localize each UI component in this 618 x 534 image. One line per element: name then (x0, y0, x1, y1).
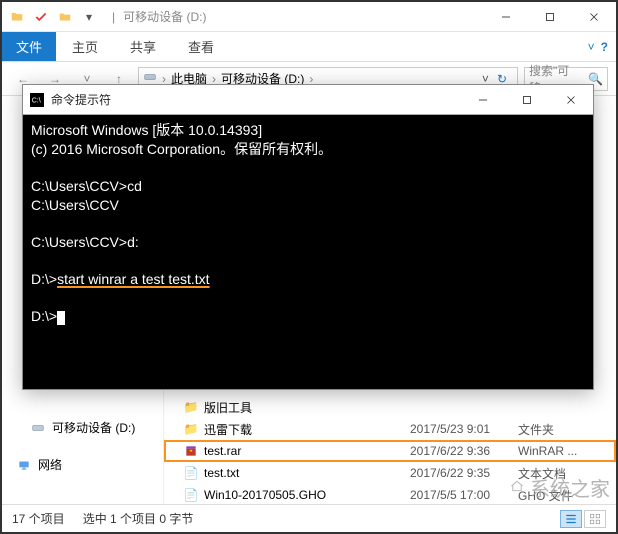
network-icon (16, 457, 32, 473)
cmd-line: Microsoft Windows [版本 10.0.14393] (31, 122, 262, 138)
file-row[interactable]: test.rar 2017/6/22 9:36 WinRAR ... (164, 440, 616, 462)
watermark-icon (510, 476, 524, 499)
cmd-icon: C:\ (23, 93, 51, 107)
drive-icon (30, 420, 46, 436)
ribbon: 文件 主页 共享 查看 ˅ ? (2, 32, 616, 62)
cmd-line: C:\Users\CCV (31, 197, 119, 213)
cmd-maximize-button[interactable] (505, 85, 549, 115)
file-date: 2017/6/22 9:36 (410, 444, 518, 458)
ribbon-tab-share[interactable]: 共享 (114, 32, 172, 61)
view-details-button[interactable] (560, 510, 582, 528)
view-icons-button[interactable] (584, 510, 606, 528)
watermark-text: 系统之家 (530, 473, 610, 502)
cmd-line: C:\Users\CCV>d: (31, 234, 139, 250)
minimize-button[interactable] (484, 2, 528, 32)
status-item-count: 17 个项目 (12, 510, 65, 527)
file-date: 2017/6/22 9:35 (410, 466, 518, 480)
file-type: WinRAR ... (518, 444, 616, 458)
file-type: 文件夹 (518, 421, 616, 438)
file-row[interactable]: 📁 迅雷下载 2017/5/23 9:01 文件夹 (164, 418, 616, 440)
file-date: 2017/5/23 9:01 (410, 422, 518, 436)
divider: | (112, 10, 115, 24)
window-title: 可移动设备 (D:) (123, 8, 206, 25)
svg-text:C:\: C:\ (32, 97, 41, 104)
status-bar: 17 个项目 选中 1 个项目 0 字节 (2, 504, 616, 532)
cmd-line: (c) 2016 Microsoft Corporation。保留所有权利。 (31, 141, 332, 157)
ribbon-expand-icon[interactable]: ˅ (588, 40, 595, 54)
qat-dropdown-icon[interactable]: ▾ (78, 6, 100, 28)
cmd-prompt: D:\> (31, 308, 57, 324)
cmd-title-label: 命令提示符 (51, 91, 111, 108)
check-icon (30, 6, 52, 28)
folder-small-icon (54, 6, 76, 28)
gho-file-icon: 📄 (182, 488, 200, 502)
sidebar-item-network[interactable]: 网络 (2, 453, 163, 476)
file-name: 迅雷下载 (200, 421, 410, 438)
file-row[interactable]: 📁 版旧工具 (164, 396, 616, 418)
folder-icon (6, 6, 28, 28)
file-name: test.rar (200, 444, 410, 458)
ribbon-tab-home[interactable]: 主页 (56, 32, 114, 61)
ribbon-file-tab[interactable]: 文件 (2, 32, 56, 61)
cmd-titlebar[interactable]: C:\ 命令提示符 (23, 85, 593, 115)
file-name: test.txt (200, 466, 410, 480)
folder-icon: 📁 (182, 400, 200, 414)
file-date: 2017/5/5 17:00 (410, 488, 518, 502)
cmd-minimize-button[interactable] (461, 85, 505, 115)
cmd-command-highlighted: start winrar a test test.txt (57, 271, 210, 287)
sidebar-item-label: 可移动设备 (D:) (52, 419, 135, 436)
file-name: Win10-20170505.GHO (200, 488, 410, 502)
titlebar: ▾ | 可移动设备 (D:) (2, 2, 616, 32)
maximize-button[interactable] (528, 2, 572, 32)
cmd-prompt: D:\> (31, 271, 57, 287)
cmd-cursor (57, 311, 65, 325)
close-button[interactable] (572, 2, 616, 32)
sidebar-item-label: 网络 (38, 456, 62, 473)
sidebar-item-drive[interactable]: 可移动设备 (D:) (2, 416, 163, 439)
file-name: 版旧工具 (200, 399, 410, 416)
archive-icon (182, 444, 200, 458)
status-selection: 选中 1 个项目 0 字节 (83, 510, 194, 527)
watermark: 系统之家 (510, 473, 610, 502)
help-icon[interactable]: ? (601, 40, 608, 54)
cmd-body[interactable]: Microsoft Windows [版本 10.0.14393] (c) 20… (23, 115, 593, 389)
ribbon-tab-view[interactable]: 查看 (172, 32, 230, 61)
folder-icon: 📁 (182, 422, 200, 436)
cmd-window: C:\ 命令提示符 Microsoft Windows [版本 10.0.143… (22, 84, 594, 390)
cmd-line: C:\Users\CCV>cd (31, 178, 142, 194)
cmd-close-button[interactable] (549, 85, 593, 115)
text-file-icon: 📄 (182, 466, 200, 480)
